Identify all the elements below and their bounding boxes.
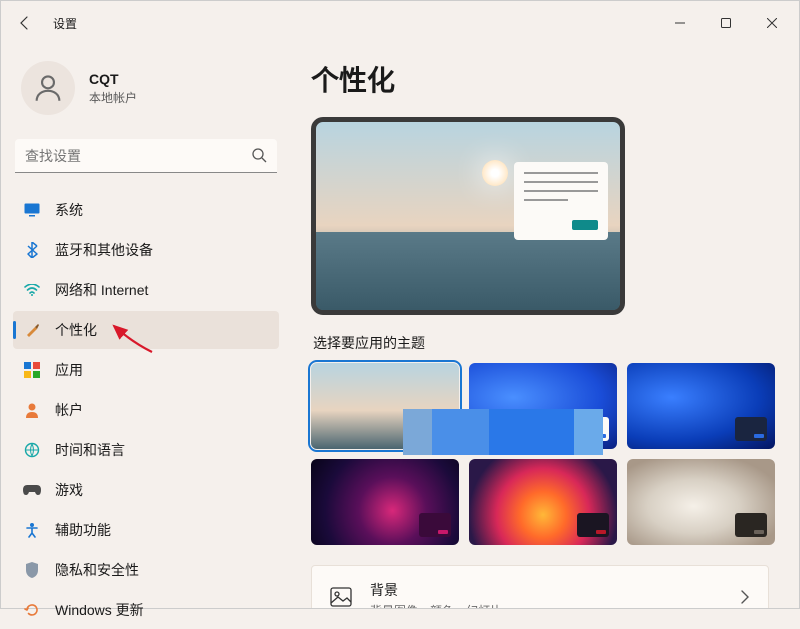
sidebar-item-update[interactable]: Windows 更新 xyxy=(13,591,279,629)
sidebar-item-label: 隐私和安全性 xyxy=(55,560,139,580)
sidebar-item-label: 辅助功能 xyxy=(55,520,111,540)
sidebar-item-privacy[interactable]: 隐私和安全性 xyxy=(13,551,279,589)
person-icon xyxy=(23,401,41,419)
setting-title: 背景 xyxy=(370,580,502,600)
sidebar-item-gaming[interactable]: 游戏 xyxy=(13,471,279,509)
page-title: 个性化 xyxy=(311,59,769,99)
setting-subtitle: 背景图像、颜色、幻灯片 xyxy=(370,602,502,608)
apps-icon xyxy=(23,361,41,379)
paintbrush-icon xyxy=(23,321,41,339)
sidebar-item-accessibility[interactable]: 辅助功能 xyxy=(13,511,279,549)
sidebar-item-label: 个性化 xyxy=(55,320,97,340)
sidebar-item-personalization[interactable]: 个性化 xyxy=(13,311,279,349)
bluetooth-icon xyxy=(23,241,41,259)
annotation-overlay xyxy=(403,409,603,455)
user-subtitle: 本地帐户 xyxy=(89,89,137,106)
sidebar-item-bluetooth[interactable]: 蓝牙和其他设备 xyxy=(13,231,279,269)
sidebar-item-label: 系统 xyxy=(55,200,83,220)
window-title: 设置 xyxy=(53,15,77,32)
sidebar-item-label: Windows 更新 xyxy=(55,600,144,620)
preview-window-card xyxy=(514,162,608,240)
gamepad-icon xyxy=(23,481,41,499)
sidebar-item-time[interactable]: 时间和语言 xyxy=(13,431,279,469)
desktop-preview xyxy=(311,117,625,315)
search-input[interactable] xyxy=(15,139,277,173)
maximize-button[interactable] xyxy=(703,7,749,39)
search-box[interactable] xyxy=(15,139,277,173)
titlebar: 设置 xyxy=(1,1,799,45)
system-icon xyxy=(23,201,41,219)
sidebar-item-accounts[interactable]: 帐户 xyxy=(13,391,279,429)
chevron-right-icon xyxy=(740,590,750,608)
search-icon xyxy=(251,147,267,168)
sidebar-item-label: 网络和 Internet xyxy=(55,280,148,300)
sidebar-item-label: 游戏 xyxy=(55,480,83,500)
sidebar-item-label: 帐户 xyxy=(55,400,83,420)
main-content: 个性化 选择要应用的主题 背景 xyxy=(291,45,799,608)
sidebar-item-label: 应用 xyxy=(55,360,83,380)
sidebar-item-label: 时间和语言 xyxy=(55,440,125,460)
setting-row-background[interactable]: 背景 背景图像、颜色、幻灯片 xyxy=(311,565,769,608)
sidebar-item-label: 蓝牙和其他设备 xyxy=(55,240,153,260)
avatar xyxy=(21,61,75,115)
theme-grid xyxy=(311,363,769,545)
sidebar-item-network[interactable]: 网络和 Internet xyxy=(13,271,279,309)
nav-list: 系统 蓝牙和其他设备 网络和 Internet 个性化 应用 帐户 xyxy=(13,191,279,629)
update-icon xyxy=(23,601,41,619)
sidebar-item-system[interactable]: 系统 xyxy=(13,191,279,229)
profile-block[interactable]: CQT 本地帐户 xyxy=(13,45,279,139)
back-button[interactable] xyxy=(5,3,45,43)
close-button[interactable] xyxy=(749,7,795,39)
sidebar: CQT 本地帐户 系统 蓝牙和其他设备 网络和 Internet xyxy=(1,45,291,608)
sidebar-item-apps[interactable]: 应用 xyxy=(13,351,279,389)
theme-thumb-5[interactable] xyxy=(469,459,617,545)
theme-thumb-3[interactable] xyxy=(627,363,775,449)
globe-clock-icon xyxy=(23,441,41,459)
theme-thumb-4[interactable] xyxy=(311,459,459,545)
shield-icon xyxy=(23,561,41,579)
minimize-button[interactable] xyxy=(657,7,703,39)
wifi-icon xyxy=(23,281,41,299)
picture-icon xyxy=(330,586,352,608)
theme-thumb-6[interactable] xyxy=(627,459,775,545)
user-name: CQT xyxy=(89,71,137,87)
themes-header: 选择要应用的主题 xyxy=(313,333,769,353)
accessibility-icon xyxy=(23,521,41,539)
